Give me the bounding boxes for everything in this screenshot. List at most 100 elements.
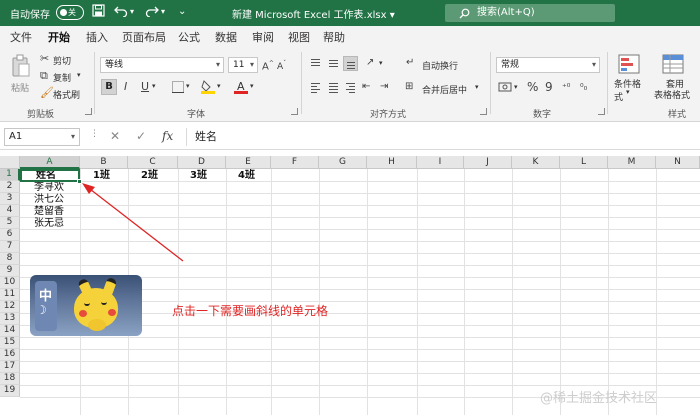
comma-style-button[interactable]: 9 [545,80,553,94]
chevron-down-icon: ▾ [626,88,630,96]
tab-data[interactable]: 数据 [215,29,237,45]
wrap-text-icon[interactable]: ↵ [406,56,414,70]
conditional-format-button[interactable]: 条件格式 ▾ [612,52,648,103]
tab-view[interactable]: 视图 [288,29,310,45]
name-box[interactable]: A1 ▾ [4,128,80,146]
orientation-icon[interactable]: ↗ [366,56,374,70]
align-middle-icon[interactable] [326,56,341,71]
wrap-text-button[interactable]: 自动换行 [422,59,458,72]
chevron-down-icon: ▾ [215,60,220,69]
font-color-icon[interactable]: A [234,79,248,97]
increase-decimal-icon[interactable]: ⁺⁰ [562,81,570,95]
title-caret-icon[interactable]: ▾ [390,10,395,21]
alignment-launcher-icon[interactable] [480,108,487,115]
copy-dropdown-icon[interactable]: ▾ [77,71,81,79]
tab-page-layout[interactable]: 页面布局 [122,29,166,45]
image-badge-text: 中 [39,289,53,304]
styles-group-label: 样式 [668,110,687,120]
floating-image[interactable]: 中 ☽ [30,275,142,336]
border-dropdown-icon[interactable]: ▾ [186,82,190,90]
format-painter-icon[interactable]: 🖌 [40,86,54,100]
conditional-format-label: 条件格式 [614,80,642,103]
title-bar: 自动保存 关 ▾ ▾ ⌄ 新建 Microsoft Excel 工作表.xlsx… [0,0,700,26]
merge-center-icon[interactable]: ⊞ [405,80,413,94]
formula-input[interactable]: 姓名 [186,128,698,146]
underline-dropdown-icon[interactable]: ▾ [152,82,156,90]
annotation-text: 点击一下需要画斜线的单元格 [172,304,329,318]
cut-button[interactable]: 剪切 [53,54,71,67]
italic-button[interactable]: I [124,80,127,94]
align-center-icon[interactable] [326,80,341,95]
font-name-value: 等线 [105,60,124,70]
customize-toolbar-icon[interactable]: ⌄ [178,4,186,20]
format-as-table-label-2: 表格格式 [654,91,691,101]
tab-home[interactable]: 开始 [47,29,71,49]
tab-insert[interactable]: 插入 [86,29,108,45]
undo-dropdown-icon[interactable]: ▾ [130,4,134,20]
align-left-icon[interactable] [308,80,323,95]
decrease-indent-icon[interactable]: ⇤ [362,80,370,94]
tab-review[interactable]: 审阅 [252,29,274,45]
merge-center-button[interactable]: 合并后居中 [422,83,467,96]
copy-button[interactable]: 复制 [53,71,71,84]
worksheet-grid[interactable]: A B C D E F G H I J K L M N 1 2 3 4 5 6 … [0,156,700,415]
cut-icon[interactable]: ✂ [40,52,49,66]
align-right-icon[interactable] [343,80,358,95]
decrease-decimal-icon[interactable]: ⁰₀ [580,81,587,95]
orientation-dropdown-icon[interactable]: ▾ [379,59,383,67]
copy-icon[interactable]: ⧉ [40,69,48,83]
align-top-icon[interactable] [308,56,323,71]
font-size-select[interactable]: 11 ▾ [228,57,258,73]
alignment-group-label: 对齐方式 [370,110,407,120]
font-color-dropdown-icon[interactable]: ▾ [250,82,254,90]
conditional-format-icon [618,54,640,77]
percent-button[interactable]: % [527,80,538,94]
bold-button[interactable]: B [101,79,117,95]
search-box[interactable]: 搜索(Alt+Q) [445,4,615,22]
fill-color-dropdown-icon[interactable]: ▾ [217,82,221,90]
paste-button[interactable]: 粘贴 [8,52,34,98]
more-icon: ⋮ [90,129,99,139]
currency-dropdown-icon[interactable]: ▾ [514,83,518,91]
format-painter-button[interactable]: 格式刷 [53,88,80,101]
save-icon[interactable] [92,4,105,21]
merge-dropdown-icon[interactable]: ▾ [475,83,479,91]
redo-icon[interactable] [145,4,159,21]
search-icon [459,4,470,25]
enter-icon[interactable]: ✓ [136,129,146,143]
decrease-font-icon[interactable]: Aˇ [277,57,286,74]
chevron-down-icon: ▾ [591,60,596,69]
autosave-label: 自动保存 [10,10,50,21]
font-size-value: 11 [233,60,245,70]
underline-button[interactable]: U [141,80,149,94]
number-format-select[interactable]: 常规 ▾ [496,57,600,73]
font-group-label: 字体 [187,110,206,120]
number-launcher-icon[interactable] [598,108,605,115]
redo-dropdown-icon[interactable]: ▾ [161,4,165,20]
currency-icon[interactable] [498,80,512,97]
tab-formulas[interactable]: 公式 [178,29,200,45]
undo-icon[interactable] [114,4,128,21]
tab-help[interactable]: 帮助 [323,29,345,45]
number-format-value: 常规 [501,60,520,70]
name-box-value: A1 [9,131,23,142]
ribbon: 粘贴 ✂ 剪切 ⧉ 复制 ▾ 🖌 格式刷 剪贴板 等线 ▾ 11 ▾ A^ Aˇ B… [0,46,700,122]
clipboard-launcher-icon[interactable] [85,108,92,115]
cancel-icon[interactable]: ✕ [110,129,120,143]
border-icon[interactable] [172,81,184,96]
autosave-toggle[interactable]: 关 [56,5,84,20]
chevron-down-icon: ▾ [70,132,75,141]
increase-font-icon[interactable]: A^ [262,57,274,74]
paste-label: 粘贴 [11,84,30,94]
increase-indent-icon[interactable]: ⇥ [380,80,388,94]
number-group-label: 数字 [533,110,552,120]
tab-file[interactable]: 文件 [10,29,32,45]
fill-color-icon[interactable] [201,79,215,97]
align-bottom-icon[interactable] [343,56,358,71]
clipboard-group-label: 剪贴板 [27,110,55,120]
font-launcher-icon[interactable] [291,108,298,115]
pikachu-cheek [108,309,116,316]
font-name-select[interactable]: 等线 ▾ [100,57,224,73]
insert-function-icon[interactable]: fx [162,129,173,143]
format-as-table-button[interactable]: 套用 表格格式 [650,52,696,104]
